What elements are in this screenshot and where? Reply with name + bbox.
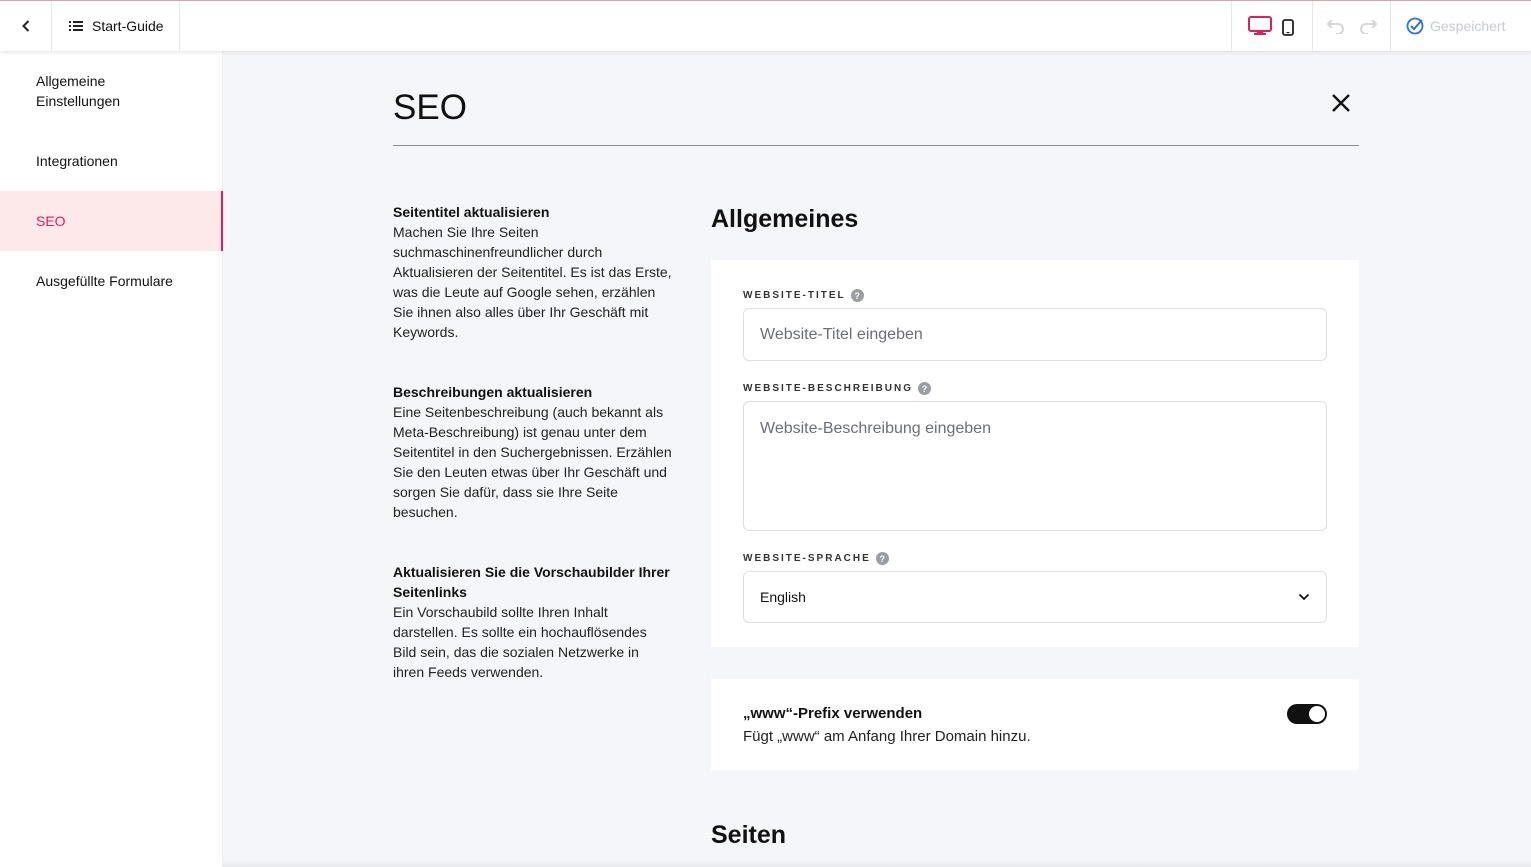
help-text: Ein Vorschaubild sollte Ihren Inhalt dar… bbox=[393, 604, 647, 680]
section-heading-general: Allgemeines bbox=[711, 205, 859, 233]
help-section-page-title: Seitentitel aktualisieren Machen Sie Ihr… bbox=[393, 202, 673, 342]
page-title: SEO bbox=[393, 88, 467, 127]
help-text: Machen Sie Ihre Seiten suchmaschinenfreu… bbox=[393, 224, 672, 340]
sidebar-item-label: SEO bbox=[36, 213, 66, 229]
site-language-select[interactable]: English bbox=[743, 571, 1327, 623]
mobile-icon[interactable] bbox=[1282, 19, 1294, 36]
help-heading: Seitentitel aktualisieren bbox=[393, 204, 550, 220]
site-description-label: WEBSITE-BESCHREIBUNG ? bbox=[743, 382, 932, 395]
sidebar-item-label: Ausgefüllte Formulare bbox=[36, 273, 173, 289]
help-heading: Aktualisieren Sie die Vorschaubilder Ihr… bbox=[393, 564, 670, 600]
list-icon bbox=[69, 21, 83, 31]
help-section-descriptions: Beschreibungen aktualisieren Eine Seiten… bbox=[393, 382, 673, 522]
site-description-input[interactable] bbox=[743, 401, 1327, 531]
redo-icon[interactable] bbox=[1359, 18, 1377, 34]
check-circle-icon bbox=[1406, 17, 1424, 35]
back-button[interactable] bbox=[0, 1, 52, 51]
question-mark-icon[interactable]: ? bbox=[875, 552, 889, 565]
close-icon[interactable] bbox=[1329, 91, 1353, 115]
www-prefix-card: „www“-Prefix verwenden Fügt „www“ am Anf… bbox=[711, 679, 1359, 770]
site-language-value: English bbox=[760, 589, 806, 605]
www-prefix-description: Fügt „www“ am Anfang Ihrer Domain hinzu. bbox=[743, 728, 1031, 745]
divider bbox=[1390, 1, 1391, 51]
help-heading: Beschreibungen aktualisieren bbox=[393, 384, 593, 400]
settings-sidebar: Allgemeine Einstellungen Integrationen S… bbox=[0, 51, 223, 867]
sidebar-item-label: Allgemeine Einstellungen bbox=[36, 73, 121, 109]
chevron-down-icon bbox=[1298, 593, 1310, 601]
save-status-label: Gespeichert bbox=[1430, 18, 1506, 34]
help-text: Eine Seitenbeschreibung (auch bekannt al… bbox=[393, 404, 672, 520]
general-settings-card: WEBSITE-TITEL ? WEBSITE-BESCHREIBUNG ? W… bbox=[711, 260, 1359, 647]
divider bbox=[393, 145, 1359, 146]
sidebar-item-submitted-forms[interactable]: Ausgefüllte Formulare bbox=[0, 271, 223, 291]
toggle-knob bbox=[1309, 706, 1325, 722]
sidebar-item-label: Integrationen bbox=[36, 153, 118, 169]
desktop-icon[interactable] bbox=[1248, 16, 1272, 36]
site-title-input[interactable] bbox=[743, 308, 1327, 361]
question-mark-icon[interactable]: ? bbox=[850, 289, 864, 302]
site-language-label: WEBSITE-SPRACHE ? bbox=[743, 552, 889, 565]
site-title-label-text: WEBSITE-TITEL bbox=[743, 290, 846, 301]
www-prefix-title: „www“-Prefix verwenden bbox=[743, 705, 923, 722]
start-guide-button[interactable]: Start-Guide bbox=[52, 1, 180, 51]
save-status: Gespeichert bbox=[1406, 1, 1505, 51]
undo-icon[interactable] bbox=[1327, 18, 1345, 34]
site-description-label-text: WEBSITE-BESCHREIBUNG bbox=[743, 383, 914, 394]
device-switcher bbox=[1231, 1, 1313, 51]
sidebar-item-seo[interactable]: SEO bbox=[0, 191, 223, 251]
sidebar-item-general-settings[interactable]: Allgemeine Einstellungen bbox=[0, 71, 223, 111]
help-section-preview-images: Aktualisieren Sie die Vorschaubilder Ihr… bbox=[393, 562, 673, 682]
start-guide-label: Start-Guide bbox=[92, 18, 164, 34]
sidebar-item-integrations[interactable]: Integrationen bbox=[0, 151, 223, 171]
www-prefix-toggle[interactable] bbox=[1287, 704, 1327, 724]
top-bar: Start-Guide Gespeichert bbox=[0, 0, 1531, 51]
section-heading-pages: Seiten bbox=[711, 821, 787, 849]
site-language-label-text: WEBSITE-SPRACHE bbox=[743, 553, 871, 564]
footer-shadow bbox=[223, 860, 1531, 867]
chevron-left-icon bbox=[21, 20, 29, 32]
question-mark-icon[interactable]: ? bbox=[918, 382, 932, 395]
site-title-label: WEBSITE-TITEL ? bbox=[743, 289, 864, 302]
